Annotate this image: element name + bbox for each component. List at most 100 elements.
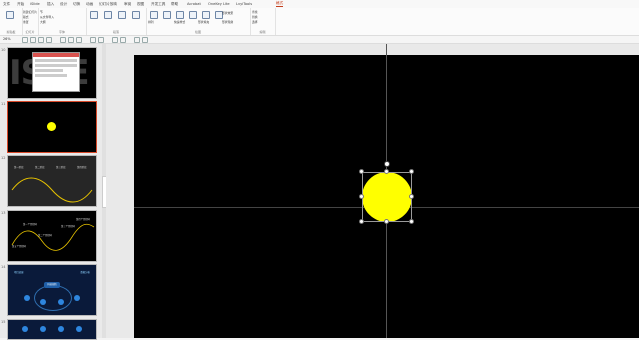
shape-fill-icon[interactable]	[189, 11, 197, 19]
align-left-icon[interactable]	[90, 11, 98, 19]
numbering-icon[interactable]	[132, 11, 140, 19]
tab-animations[interactable]: 动画	[86, 1, 93, 7]
tab-home[interactable]: 开始	[17, 1, 24, 7]
group-label-slides: 幻灯片	[25, 30, 35, 34]
milestone-label: 第一个里程碑	[23, 223, 37, 226]
section-button[interactable]: 节	[40, 10, 43, 14]
group-slides: 新建幻灯片 版式 重置 幻灯片	[22, 8, 39, 35]
font-color-icon[interactable]	[112, 37, 118, 43]
reset-button[interactable]: 重置	[23, 20, 29, 24]
resize-handle-bottom-right[interactable]	[409, 219, 414, 224]
arrange-icon[interactable]	[150, 11, 158, 19]
globe-icon	[74, 295, 80, 301]
globe-icon	[40, 326, 46, 332]
sine-wave-line	[11, 177, 93, 203]
tab-file[interactable]: 文件	[3, 1, 10, 7]
paste-icon[interactable]	[6, 11, 14, 19]
globe-icon	[24, 295, 30, 301]
slide-thumbnail-pane[interactable]: 10 ISTE 11 12 第一阶段 第二阶段 第三阶段 第四阶段 13 第一个…	[0, 44, 103, 340]
slide-thumbnail-15[interactable]	[7, 319, 97, 340]
select-button[interactable]: 选择	[252, 20, 258, 24]
bullets-icon[interactable]	[118, 11, 126, 19]
corner-label: 项目进展	[14, 271, 24, 274]
align-center-icon[interactable]	[104, 11, 112, 19]
group-label-editing: 编辑	[259, 30, 266, 34]
group-label-drawing: 绘图	[194, 30, 201, 34]
shape-outline-icon[interactable]	[202, 11, 210, 19]
globe-icon	[40, 299, 46, 305]
shape-effects-label: 形状效果	[222, 11, 234, 15]
tab-help[interactable]: 帮助	[171, 1, 178, 7]
slide-thumbnail-12[interactable]: 第一阶段 第二阶段 第三阶段 第四阶段	[7, 155, 97, 207]
tab-review[interactable]: 审阅	[124, 1, 131, 7]
zoom-level[interactable]: 26%	[3, 36, 11, 42]
tab-format[interactable]: 格式	[276, 1, 284, 7]
save-icon[interactable]	[22, 37, 28, 43]
tab-acrobat[interactable]: Acrobat	[187, 1, 201, 7]
tab-developer[interactable]: 开发工具	[151, 1, 165, 7]
tab-view[interactable]: 视图	[137, 1, 144, 7]
underline-icon[interactable]	[76, 37, 82, 43]
slide-thumbnail-14[interactable]: 项目进展 数据分析 科技创新	[7, 264, 97, 316]
selection-frame	[362, 172, 412, 222]
milestone-label: 第二个里程碑	[38, 234, 52, 237]
group-objects-icon[interactable]	[134, 37, 140, 43]
slide-number: 12	[1, 156, 6, 160]
resize-handle-bottom[interactable]	[384, 219, 389, 224]
resize-handle-top[interactable]	[384, 169, 389, 174]
import-button[interactable]: 从文件导入	[40, 15, 54, 19]
quick-styles-label: 快速样式	[174, 20, 186, 24]
globe-icon	[58, 299, 64, 305]
new-slide-button[interactable]: 新建幻灯片	[23, 10, 37, 14]
milestone-label: 第五个里程碑	[12, 245, 26, 248]
italic-icon[interactable]	[68, 37, 74, 43]
shape-outline-label: 形状轮廓	[222, 20, 234, 24]
resize-handle-bottom-left[interactable]	[359, 219, 364, 224]
undo-icon[interactable]	[30, 37, 36, 43]
slide-number: 14	[1, 265, 6, 269]
tab-insert[interactable]: 插入	[47, 1, 54, 7]
resize-handle-top-left[interactable]	[359, 169, 364, 174]
layout-button[interactable]: 版式	[23, 15, 29, 19]
shapes-icon[interactable]	[163, 11, 171, 19]
group-label-paragraph: 段落	[112, 30, 119, 34]
find-button[interactable]: 查找	[252, 10, 258, 14]
slide-thumbnail-11-selected[interactable]	[7, 101, 97, 153]
tab-lvyitools[interactable]: LvyiTools	[236, 1, 252, 7]
resize-handle-top-right[interactable]	[409, 169, 414, 174]
shape-fill-label: 形状填充	[198, 20, 210, 24]
resize-handle-right[interactable]	[409, 194, 414, 199]
start-slideshow-icon[interactable]	[46, 37, 52, 43]
globe-icon	[58, 326, 64, 332]
slide-thumbnail-13[interactable]: 第一个里程碑 第二个里程碑 第三个里程碑 第四个里程碑 第五个里程碑	[7, 210, 97, 262]
group-label-clipboard: 剪贴板	[6, 30, 16, 34]
milestone-curve	[11, 223, 95, 251]
rotate-handle-icon[interactable]	[384, 161, 390, 167]
tab-slideshow[interactable]: 幻灯片放映	[99, 1, 117, 7]
tab-onekey[interactable]: OneKey Lite	[208, 1, 230, 7]
tab-transitions[interactable]: 切换	[73, 1, 80, 7]
fill-color-icon[interactable]	[120, 37, 126, 43]
slide-number: 13	[1, 211, 6, 215]
tab-design[interactable]: 设计	[60, 1, 67, 7]
yellow-circle-shape	[47, 122, 56, 131]
orbit-ring	[34, 285, 72, 311]
globe-icon	[22, 326, 28, 332]
quick-styles-icon[interactable]	[176, 11, 184, 19]
replace-button[interactable]: 替换	[252, 15, 258, 19]
globe-icon	[76, 326, 82, 332]
more-commands-icon[interactable]	[142, 37, 148, 43]
milestone-label: 第四个里程碑	[76, 218, 90, 221]
resize-handle-left[interactable]	[359, 194, 364, 199]
slide-number: 11	[1, 102, 6, 106]
distribute-icon[interactable]	[98, 37, 104, 43]
slide-thumbnail-10[interactable]: ISTE	[7, 47, 97, 99]
outline-button[interactable]: 大纲	[40, 20, 46, 24]
slide-number: 15	[1, 320, 6, 324]
group-paragraph: 段落	[86, 8, 147, 35]
align-objects-icon[interactable]	[90, 37, 96, 43]
group-editing: 查找 替换 选择 编辑	[250, 8, 276, 35]
redo-icon[interactable]	[38, 37, 44, 43]
tab-islide[interactable]: iSlide	[30, 1, 40, 7]
bold-icon[interactable]	[60, 37, 66, 43]
